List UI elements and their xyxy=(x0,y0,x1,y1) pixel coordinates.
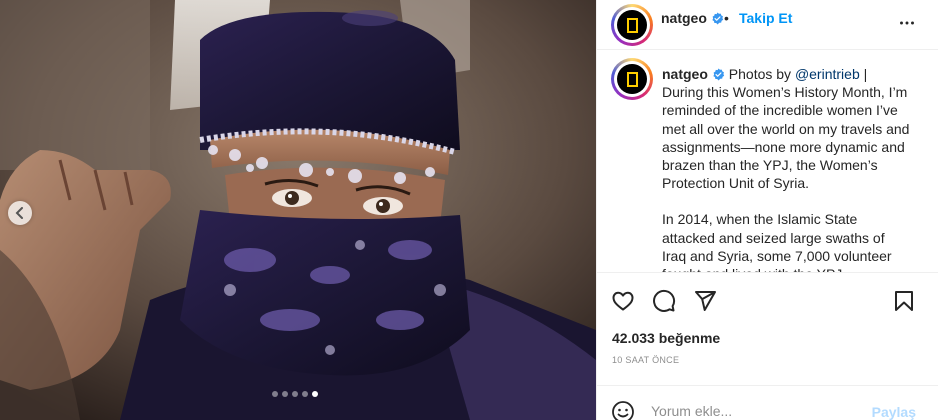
header-separator: • xyxy=(724,10,729,26)
caption-credit-suffix: | xyxy=(863,66,868,82)
comment-icon[interactable] xyxy=(652,289,676,313)
emoji-icon[interactable] xyxy=(611,400,635,420)
comment-bar: Paylaş xyxy=(597,385,938,420)
avatar[interactable] xyxy=(611,4,653,46)
follow-button[interactable]: Takip Et xyxy=(739,10,792,26)
national-geographic-logo-icon xyxy=(617,64,647,94)
caption-credit-prefix: Photos by xyxy=(728,66,792,82)
carousel-dot xyxy=(302,391,308,397)
caption-username[interactable]: natgeo xyxy=(662,66,708,82)
carousel-dot xyxy=(292,391,298,397)
post-timestamp[interactable]: 10 SAAT ÖNCE xyxy=(612,355,679,365)
post-comment-button[interactable]: Paylaş xyxy=(872,404,916,420)
carousel-dot-active xyxy=(312,391,318,397)
likes-count[interactable]: 42.033 beğenme xyxy=(612,330,720,346)
photo-masked-woman xyxy=(0,0,596,420)
carousel-prev-button[interactable] xyxy=(8,201,32,225)
carousel-dot xyxy=(282,391,288,397)
national-geographic-logo-icon xyxy=(617,10,647,40)
post-caption: natgeo Photos by @erintrieb | During thi… xyxy=(662,65,912,272)
caption-paragraph-2: In 2014, when the Islamic State attacked… xyxy=(662,211,892,272)
carousel-dot xyxy=(272,391,278,397)
heart-icon[interactable] xyxy=(611,289,635,313)
comment-input[interactable] xyxy=(651,403,851,419)
carousel-indicator xyxy=(272,391,318,397)
verified-badge-icon xyxy=(712,12,724,25)
post-sidebar: natgeo • Takip Et natgeo Photos by @erin… xyxy=(596,0,938,420)
more-horizontal-icon[interactable] xyxy=(896,12,918,34)
bookmark-icon[interactable] xyxy=(892,289,916,313)
caption-section: natgeo Photos by @erintrieb | During thi… xyxy=(597,51,938,273)
post-header: natgeo • Takip Et xyxy=(597,0,938,50)
chevron-left-icon xyxy=(15,207,23,219)
caption-mention-link[interactable]: @erintrieb xyxy=(795,66,860,82)
post-actions xyxy=(597,285,938,317)
verified-badge-icon xyxy=(713,68,725,81)
caption-paragraph-1: During this Women’s History Month, I’m r… xyxy=(662,84,910,192)
post-photo[interactable] xyxy=(0,0,596,420)
header-username[interactable]: natgeo xyxy=(661,10,707,26)
caption-avatar[interactable] xyxy=(611,58,653,100)
share-icon[interactable] xyxy=(693,289,717,313)
